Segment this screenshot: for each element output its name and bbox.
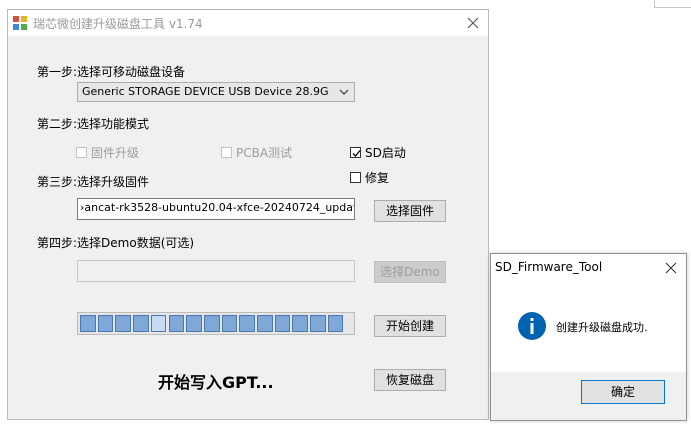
- app-icon: [13, 16, 27, 30]
- restore-disk-button[interactable]: 恢复磁盘: [374, 369, 446, 391]
- dialog-close-button[interactable]: [657, 257, 685, 279]
- progress-segment: [186, 315, 202, 332]
- demo-path-input[interactable]: [77, 260, 355, 282]
- close-icon: [467, 17, 479, 29]
- main-window: 瑞芯微创建升级磁盘工具 v1.74 第一步:选择可移动磁盘设备 Generic …: [7, 9, 489, 420]
- progress-segment: [203, 315, 220, 332]
- start-create-button[interactable]: 开始创建: [374, 315, 446, 337]
- checkbox-box: [350, 172, 361, 183]
- progress-segment: [97, 315, 114, 332]
- mode-sd-boot-checkbox[interactable]: SD启动: [350, 144, 406, 161]
- select-demo-button[interactable]: 选择Demo: [374, 261, 446, 283]
- mode-repair-checkbox[interactable]: 修复: [350, 169, 389, 186]
- step1-label: 第一步:选择可移动磁盘设备: [37, 65, 186, 79]
- checkbox-box: [350, 147, 361, 158]
- mode-firmware-upgrade-checkbox[interactable]: 固件升级: [76, 144, 139, 161]
- message-dialog: SD_Firmware_Tool 创建升级磁盘成功. 确定: [490, 253, 687, 421]
- mode-firmware-upgrade-label: 固件升级: [91, 146, 140, 160]
- progress-segment: [310, 315, 326, 332]
- dialog-titlebar: SD_Firmware_Tool: [491, 254, 686, 282]
- status-text: 开始写入GPT...: [158, 373, 274, 392]
- step3-label: 第三步:选择升级固件: [37, 175, 150, 189]
- background-window-edge: [654, 0, 691, 8]
- chevron-down-icon: [339, 89, 349, 95]
- close-icon: [665, 262, 677, 274]
- mode-sd-boot-label: SD启动: [365, 146, 406, 160]
- main-titlebar: 瑞芯微创建升级磁盘工具 v1.74: [8, 10, 488, 36]
- firmware-path-input[interactable]: ›ancat-rk3528-ubuntu20.04-xfce-20240724_…: [77, 198, 355, 220]
- checkmark-icon: [352, 150, 361, 157]
- progress-segment: [239, 315, 255, 332]
- dialog-title: SD_Firmware_Tool: [495, 260, 603, 274]
- firmware-path-value: ›ancat-rk3528-ubuntu20.04-xfce-20240724_…: [80, 201, 354, 214]
- window-title: 瑞芯微创建升级磁盘工具 v1.74: [33, 17, 203, 31]
- progress-segment: [150, 315, 167, 332]
- progress-segment: [292, 315, 309, 332]
- mode-repair-label: 修复: [365, 171, 390, 185]
- close-button[interactable]: [458, 12, 488, 34]
- progress-segment: [115, 315, 132, 332]
- dialog-body: 创建升级磁盘成功.: [491, 282, 686, 372]
- progress-segment: [327, 315, 344, 332]
- select-firmware-button[interactable]: 选择固件: [374, 200, 446, 222]
- mode-pcba-test-checkbox[interactable]: PCBA测试: [221, 144, 292, 161]
- progress-segment: [274, 315, 291, 332]
- progress-segment: [168, 315, 185, 332]
- checkbox-box: [221, 147, 232, 158]
- step4-label: 第四步:选择Demo数据(可选): [37, 236, 195, 250]
- mode-pcba-test-label: PCBA测试: [236, 146, 293, 160]
- device-select[interactable]: Generic STORAGE DEVICE USB Device 28.9G: [77, 82, 355, 102]
- info-icon: [518, 312, 546, 340]
- progress-bar: [77, 312, 355, 335]
- checkbox-box: [76, 147, 87, 158]
- progress-segment: [221, 315, 238, 332]
- dialog-message: 创建升级磁盘成功.: [556, 321, 648, 334]
- progress-segment: [257, 315, 273, 332]
- device-select-value: Generic STORAGE DEVICE USB Device 28.9G: [82, 85, 329, 98]
- dialog-ok-button[interactable]: 确定: [581, 380, 665, 404]
- progress-segment: [133, 315, 149, 332]
- progress-segment: [80, 315, 96, 332]
- step2-label: 第二步:选择功能模式: [37, 117, 150, 131]
